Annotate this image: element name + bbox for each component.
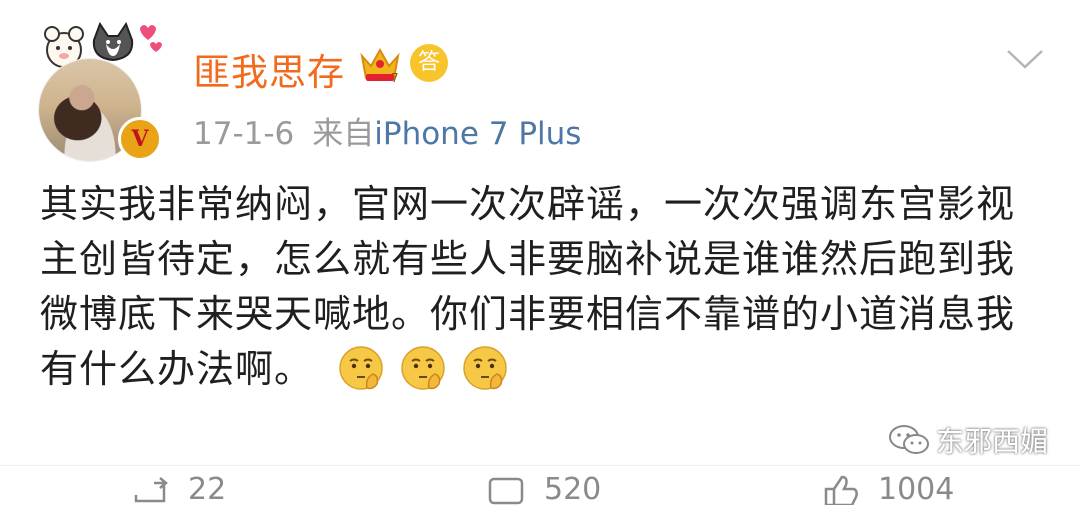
post-text-block: 其实我非常纳闷，官网一次次辟谣，一次次强调东宫影视主创皆待定，怎么就有些人非要脑… <box>40 177 1040 397</box>
thinking-emoji-icon <box>463 346 507 390</box>
avatar-wrap[interactable]: V <box>22 14 172 164</box>
like-count: 1004 <box>878 472 955 507</box>
watermark-text: 东邪西媚 <box>936 425 1049 458</box>
repost-icon <box>134 476 168 502</box>
post-source-device[interactable]: iPhone 7 Plus <box>374 116 581 152</box>
repost-count: 22 <box>188 472 227 507</box>
svg-text:7: 7 <box>391 71 399 84</box>
comment-button[interactable]: 520 <box>486 472 601 507</box>
crown-icon: 7 <box>360 47 400 84</box>
answer-badge-icon: 答 <box>410 44 448 82</box>
comment-icon <box>488 477 524 504</box>
post-source-label: 来自 <box>312 116 375 152</box>
repost-button[interactable]: 22 <box>130 472 226 507</box>
comment-count: 520 <box>544 472 602 507</box>
like-button[interactable]: 1004 <box>820 472 954 507</box>
username[interactable]: 匪我思存 <box>193 42 345 96</box>
verified-badge-icon: V <box>118 117 162 161</box>
post-date: 17-1-6 <box>193 116 295 152</box>
watermark: 东邪西媚 <box>888 420 1048 460</box>
wechat-icon <box>889 425 929 454</box>
thinking-emoji-icon <box>339 346 383 390</box>
divider <box>0 465 1080 466</box>
thumbs-up-icon <box>824 475 858 505</box>
post-meta: 17-1-6 来自iPhone 7 Plus <box>193 108 581 153</box>
post-body: 其实我非常纳闷，官网一次次辟谣，一次次强调东宫影视主创皆待定，怎么就有些人非要脑… <box>40 182 1016 391</box>
chevron-down-icon[interactable] <box>1006 48 1044 70</box>
thinking-emoji-icon <box>401 346 445 390</box>
